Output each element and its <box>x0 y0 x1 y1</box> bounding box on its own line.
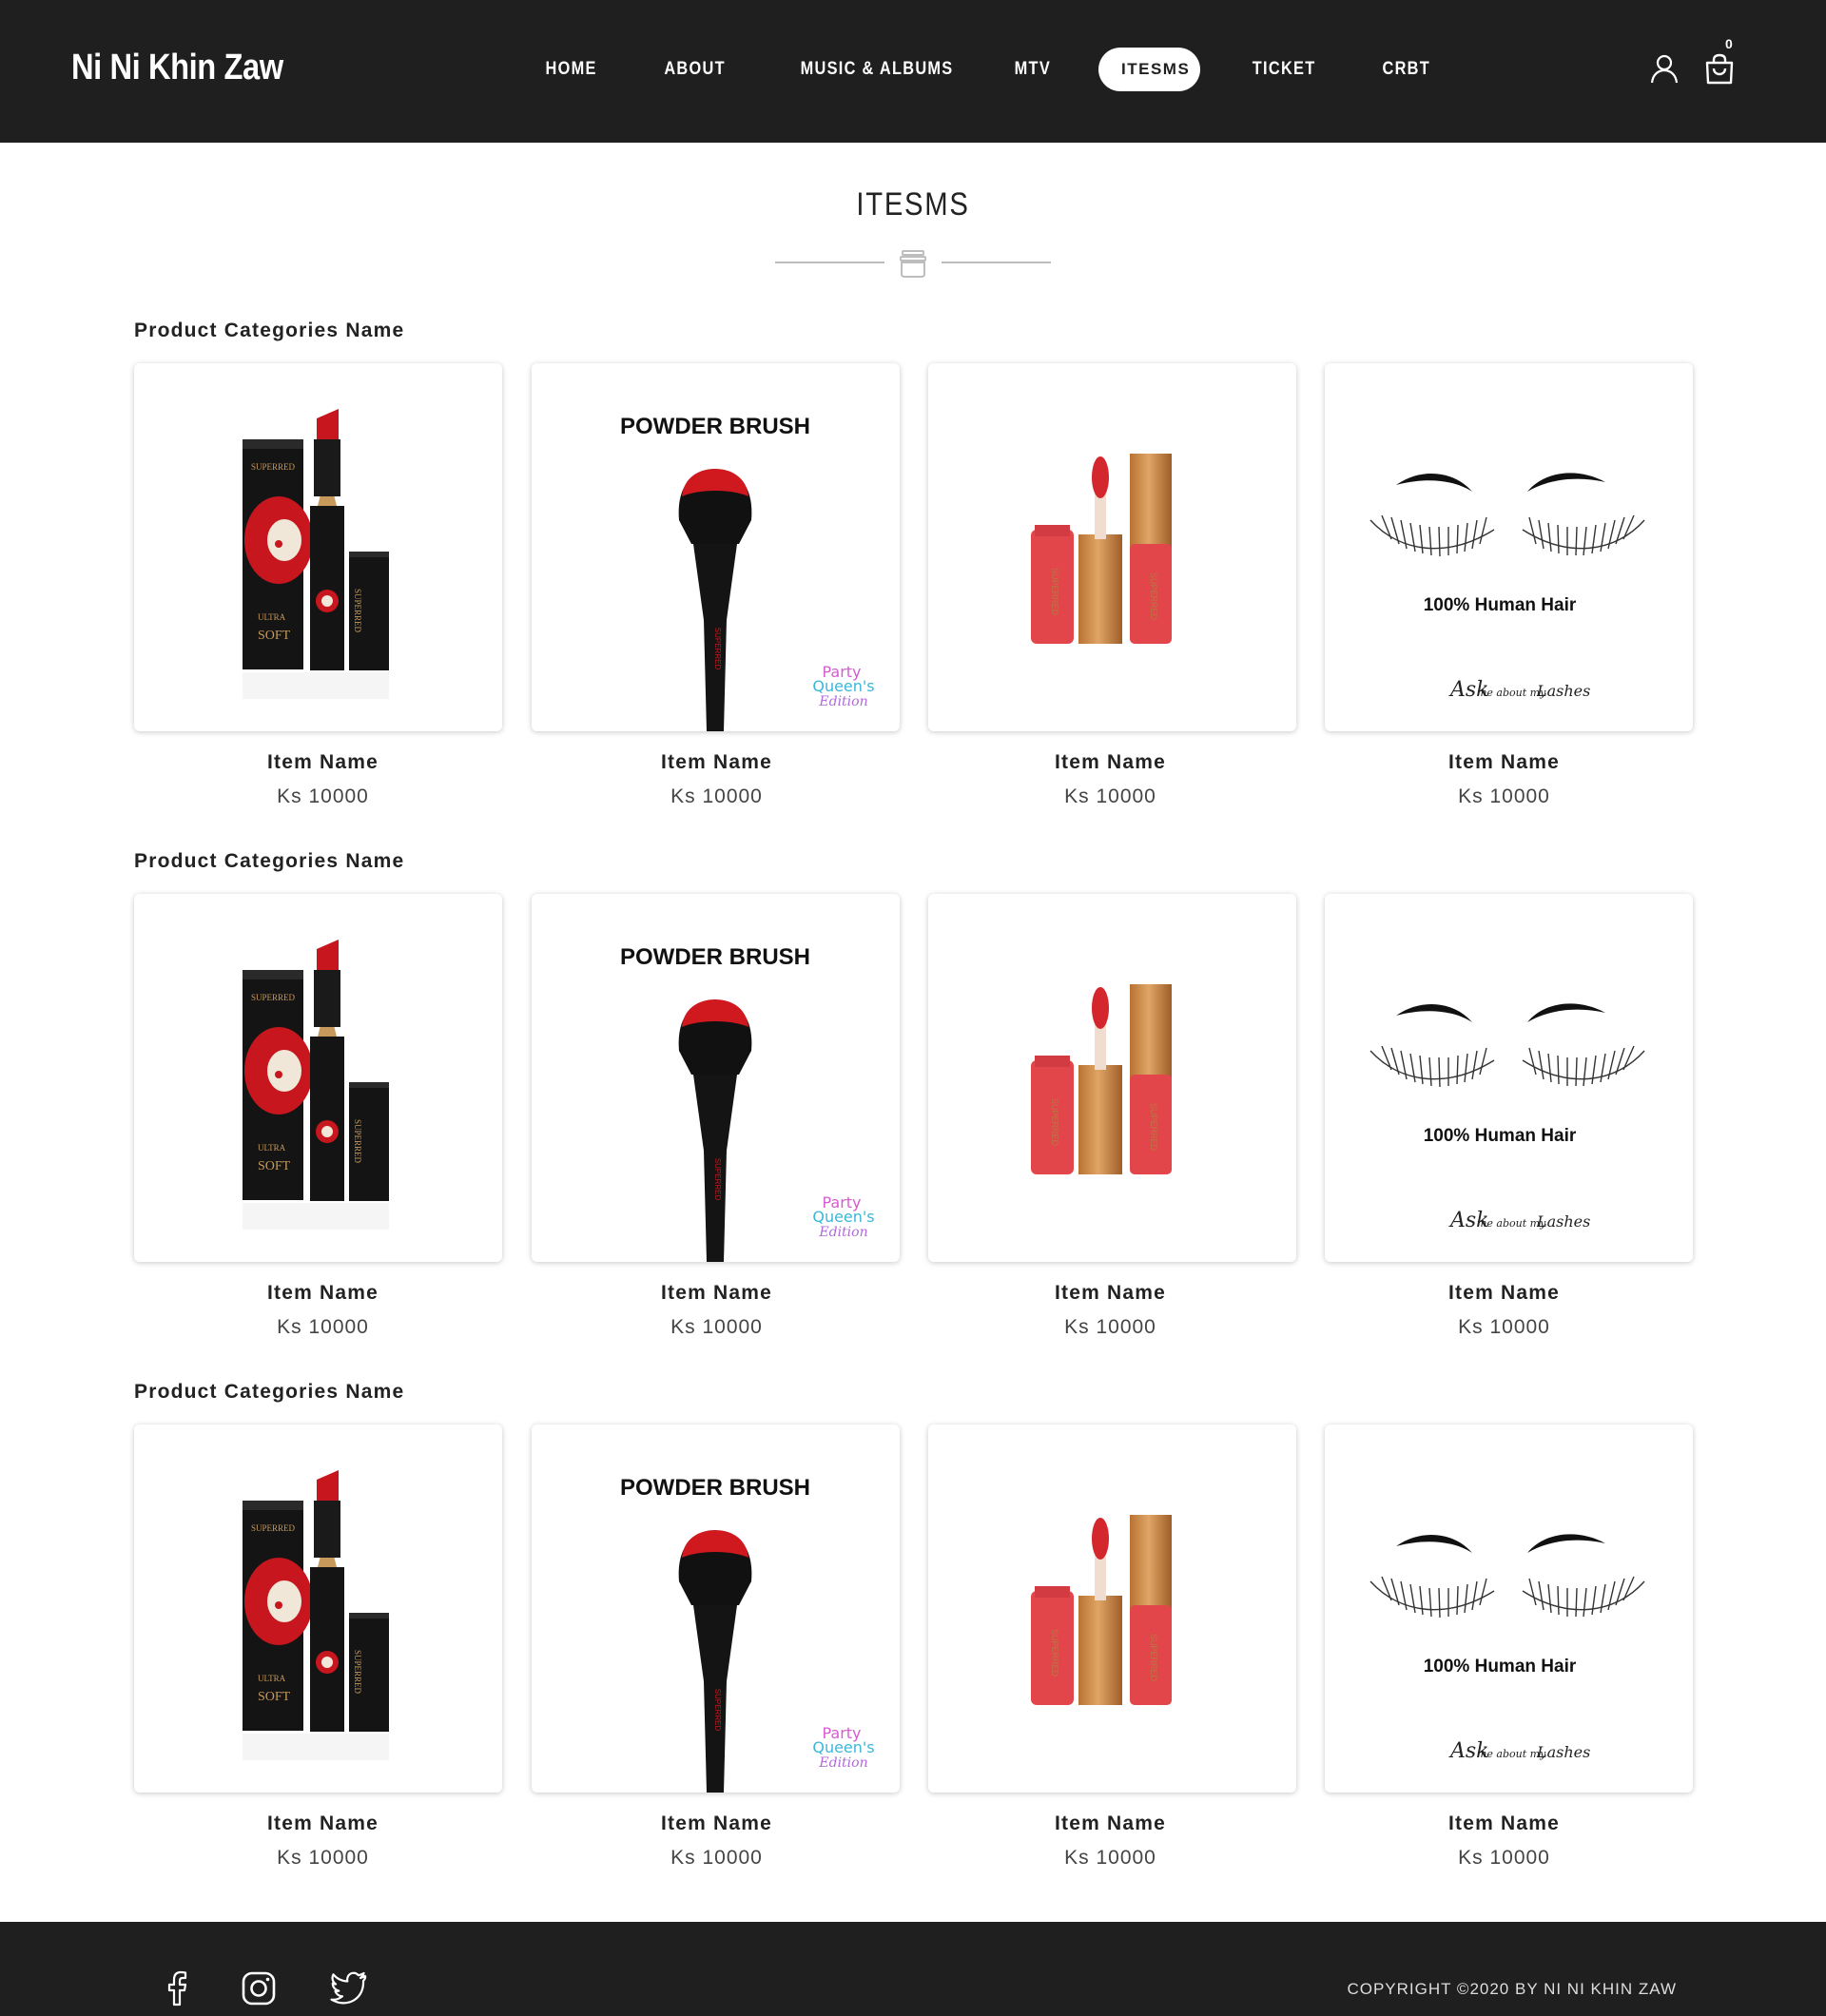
badge-line-3: Edition <box>818 1755 867 1771</box>
item-price: Ks 10000 <box>1458 1316 1550 1338</box>
item-price: Ks 10000 <box>1064 1847 1156 1869</box>
nav-item-music-albums[interactable]: MUSIC & ALBUMS <box>801 48 953 91</box>
item-price: Ks 10000 <box>1064 785 1156 807</box>
product-card-lipstick[interactable] <box>134 894 502 1262</box>
product-image-powder-brush: POWDER BRUSH Party Queen's Edition <box>620 414 875 731</box>
badge-line-3: Edition <box>818 1225 867 1240</box>
image-text: POWDER BRUSH <box>620 1475 810 1501</box>
product-card-lip-gloss[interactable] <box>928 1425 1296 1793</box>
product-image-lashes: 100% Human Hair Ask me about my Lashes <box>1370 1002 1645 1232</box>
product-card-lip-gloss[interactable] <box>928 363 1296 731</box>
product-image-powder-brush: POWDER BRUSH Party Queen's Edition <box>620 944 875 1262</box>
shopping-bag-icon[interactable] <box>1704 53 1735 86</box>
product-card-lipstick[interactable] <box>134 1425 502 1793</box>
item-price: Ks 10000 <box>277 785 369 807</box>
section-title: Product Categories Name <box>134 320 405 341</box>
badge-line-3: Edition <box>818 694 867 709</box>
product-image-lipstick <box>243 1470 389 1760</box>
image-text: 100% Human Hair <box>1424 1657 1577 1677</box>
twitter-icon[interactable] <box>330 1969 368 2007</box>
cart-count-badge: 0 <box>1725 36 1733 51</box>
page-title: ITESMS <box>856 186 970 223</box>
item-name[interactable]: Item Name <box>533 751 901 774</box>
tagline-word-3: Lashes <box>1536 1743 1590 1761</box>
product-card-lashes[interactable]: 100% Human Hair Ask me about my Lashes <box>1325 363 1693 731</box>
tagline-word-3: Lashes <box>1536 682 1590 700</box>
section-title: Product Categories Name <box>134 850 405 872</box>
item-price: Ks 10000 <box>277 1847 369 1869</box>
image-text: 100% Human Hair <box>1424 1126 1577 1146</box>
image-text: 100% Human Hair <box>1424 595 1577 615</box>
product-card-lashes[interactable]: 100% Human Hair Ask me about my Lashes <box>1325 894 1693 1262</box>
tagline-word-3: Lashes <box>1536 1212 1590 1231</box>
product-image-lashes: 100% Human Hair Ask me about my Lashes <box>1370 1533 1645 1763</box>
item-price: Ks 10000 <box>277 1316 369 1338</box>
nav-item-about[interactable]: ABOUT <box>664 48 724 91</box>
badge-line-2: Queen's <box>812 677 874 695</box>
item-name[interactable]: Item Name <box>533 1282 901 1305</box>
item-price: Ks 10000 <box>670 785 763 807</box>
bowl-icon <box>900 250 926 278</box>
item-price: Ks 10000 <box>670 1847 763 1869</box>
product-image-lip-gloss <box>1031 984 1172 1174</box>
product-image-lip-gloss <box>1031 1515 1172 1705</box>
item-name[interactable]: Item Name <box>1320 1282 1688 1305</box>
product-image-powder-brush: POWDER BRUSH Party Queen's Edition <box>620 1475 875 1793</box>
title-divider-left <box>775 262 884 263</box>
copyright-text: COPYRIGHT ©2020 BY NI NI KHIN ZAW <box>1347 1980 1677 1998</box>
product-card-lashes[interactable]: 100% Human Hair Ask me about my Lashes <box>1325 1425 1693 1793</box>
item-name[interactable]: Item Name <box>926 1812 1294 1835</box>
product-image-lipstick <box>243 940 389 1230</box>
badge-line-2: Queen's <box>812 1738 874 1756</box>
item-name[interactable]: Item Name <box>926 751 1294 774</box>
product-image-lashes: 100% Human Hair Ask me about my Lashes <box>1370 472 1645 702</box>
user-icon[interactable] <box>1649 53 1680 84</box>
product-image-lipstick <box>243 409 389 699</box>
facebook-icon[interactable] <box>158 1969 196 2007</box>
item-price: Ks 10000 <box>1064 1316 1156 1338</box>
item-price: Ks 10000 <box>670 1316 763 1338</box>
nav-item-crbt[interactable]: CRBT <box>1383 48 1429 91</box>
item-name[interactable]: Item Name <box>139 1812 507 1835</box>
section-title: Product Categories Name <box>134 1381 405 1403</box>
nav-item-home[interactable]: HOME <box>546 48 596 91</box>
badge-line-2: Queen's <box>812 1208 874 1226</box>
product-card-lip-gloss[interactable] <box>928 894 1296 1262</box>
item-name[interactable]: Item Name <box>139 751 507 774</box>
image-text: POWDER BRUSH <box>620 414 810 439</box>
product-card-powder-brush[interactable]: POWDER BRUSH Party Queen's Edition <box>532 1425 900 1793</box>
title-divider-right <box>942 262 1051 263</box>
main-nav: HOME ABOUT MUSIC & ALBUMS MTV ITESMS TIC… <box>0 48 1826 91</box>
product-card-powder-brush[interactable]: POWDER BRUSH Party Queen's Edition <box>532 894 900 1262</box>
image-text: POWDER BRUSH <box>620 944 810 970</box>
item-price: Ks 10000 <box>1458 785 1550 807</box>
item-name[interactable]: Item Name <box>1320 751 1688 774</box>
instagram-icon[interactable] <box>240 1969 278 2007</box>
site-header: Ni Ni Khin Zaw HOME ABOUT MUSIC & ALBUMS… <box>0 0 1826 143</box>
product-card-lipstick[interactable] <box>134 363 502 731</box>
product-card-powder-brush[interactable]: POWDER BRUSH Party Queen's Edition <box>532 363 900 731</box>
item-name[interactable]: Item Name <box>926 1282 1294 1305</box>
site-footer: COPYRIGHT ©2020 BY NI NI KHIN ZAW <box>0 1922 1826 2016</box>
item-name[interactable]: Item Name <box>533 1812 901 1835</box>
nav-item-ticket[interactable]: TICKET <box>1253 48 1314 91</box>
item-name[interactable]: Item Name <box>1320 1812 1688 1835</box>
item-name[interactable]: Item Name <box>139 1282 507 1305</box>
nav-item-mtv[interactable]: MTV <box>1015 48 1050 91</box>
product-image-lip-gloss <box>1031 454 1172 644</box>
nav-item-itesms[interactable]: ITESMS <box>1098 48 1200 91</box>
item-price: Ks 10000 <box>1458 1847 1550 1869</box>
